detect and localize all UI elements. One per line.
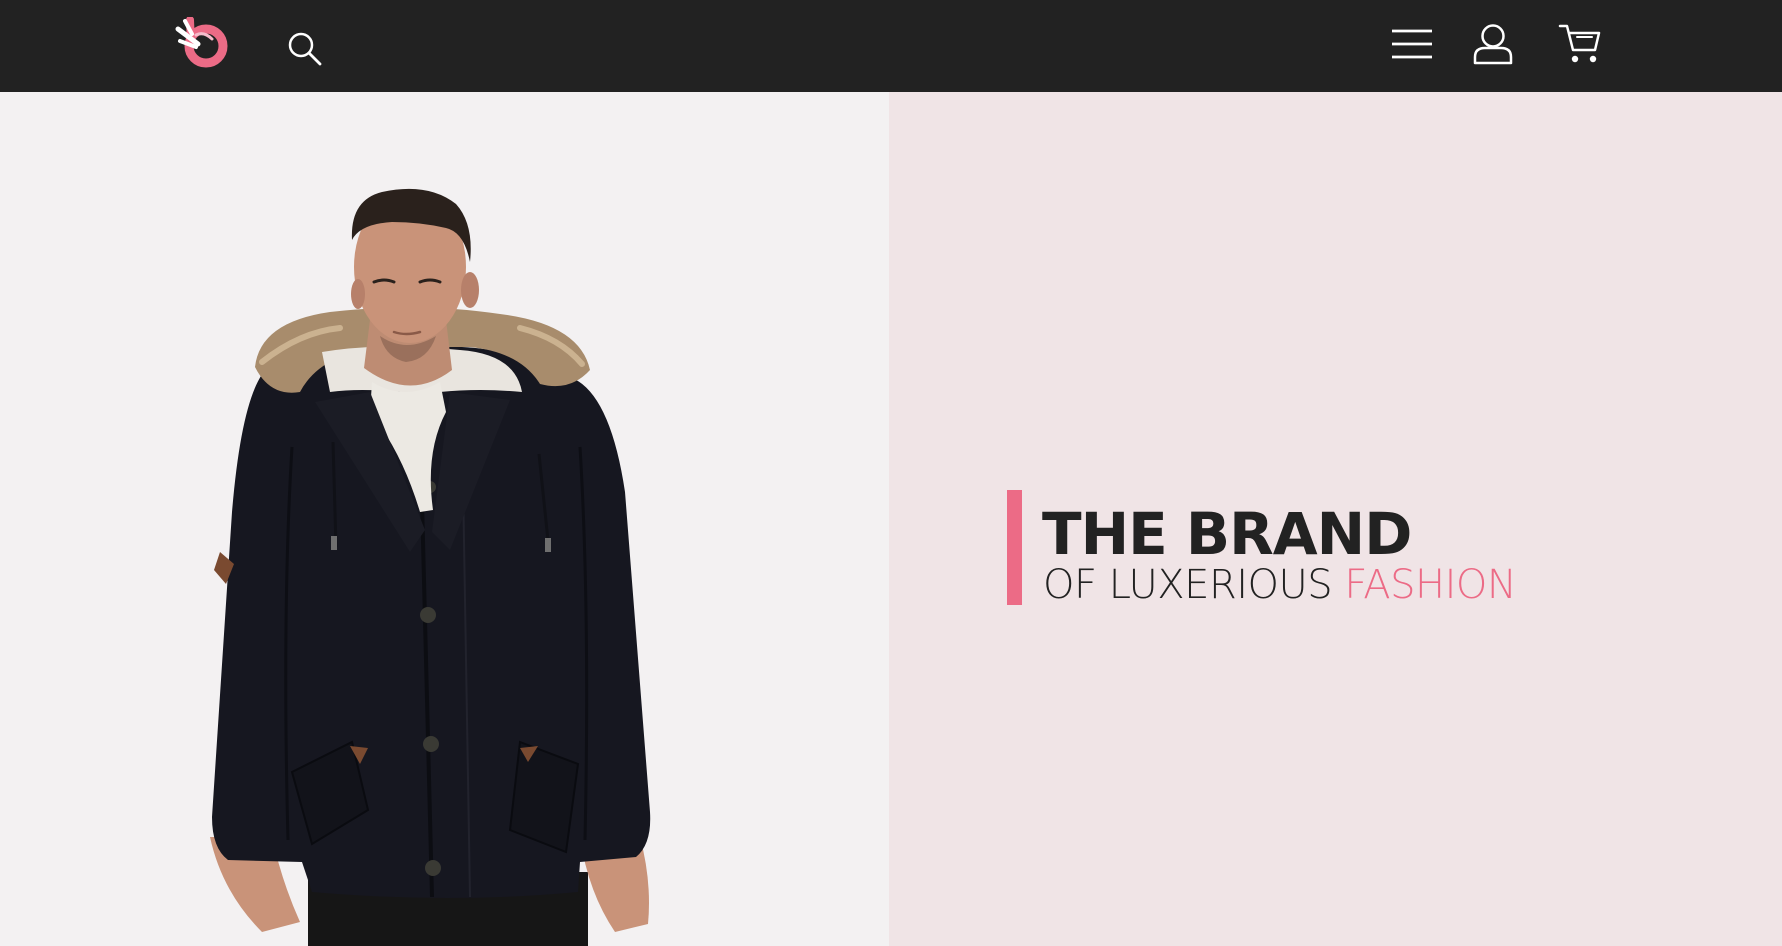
hero-image-panel <box>0 92 889 946</box>
hero-accent-bar <box>1007 490 1022 605</box>
hamburger-menu-icon <box>1392 29 1432 59</box>
top-navigation-bar <box>0 0 1782 92</box>
search-button[interactable] <box>287 31 323 67</box>
hero-subtitle-accent: FASHION <box>1344 562 1517 608</box>
user-account-icon <box>1473 24 1513 65</box>
hero-subtitle: OF LUXERIOUS FASHION <box>1043 560 1517 610</box>
hero-title: THE BRAND <box>1042 500 1412 568</box>
menu-button[interactable] <box>1391 27 1433 61</box>
shopping-cart-icon <box>1558 24 1601 63</box>
account-button[interactable] <box>1472 23 1514 65</box>
product-image-model-parka <box>210 188 651 946</box>
cart-button[interactable] <box>1558 23 1602 65</box>
hero-subtitle-prefix: OF LUXERIOUS <box>1043 562 1345 608</box>
brand-logo[interactable] <box>174 17 234 69</box>
brand-logo-icon <box>175 17 228 68</box>
search-icon <box>288 32 322 66</box>
